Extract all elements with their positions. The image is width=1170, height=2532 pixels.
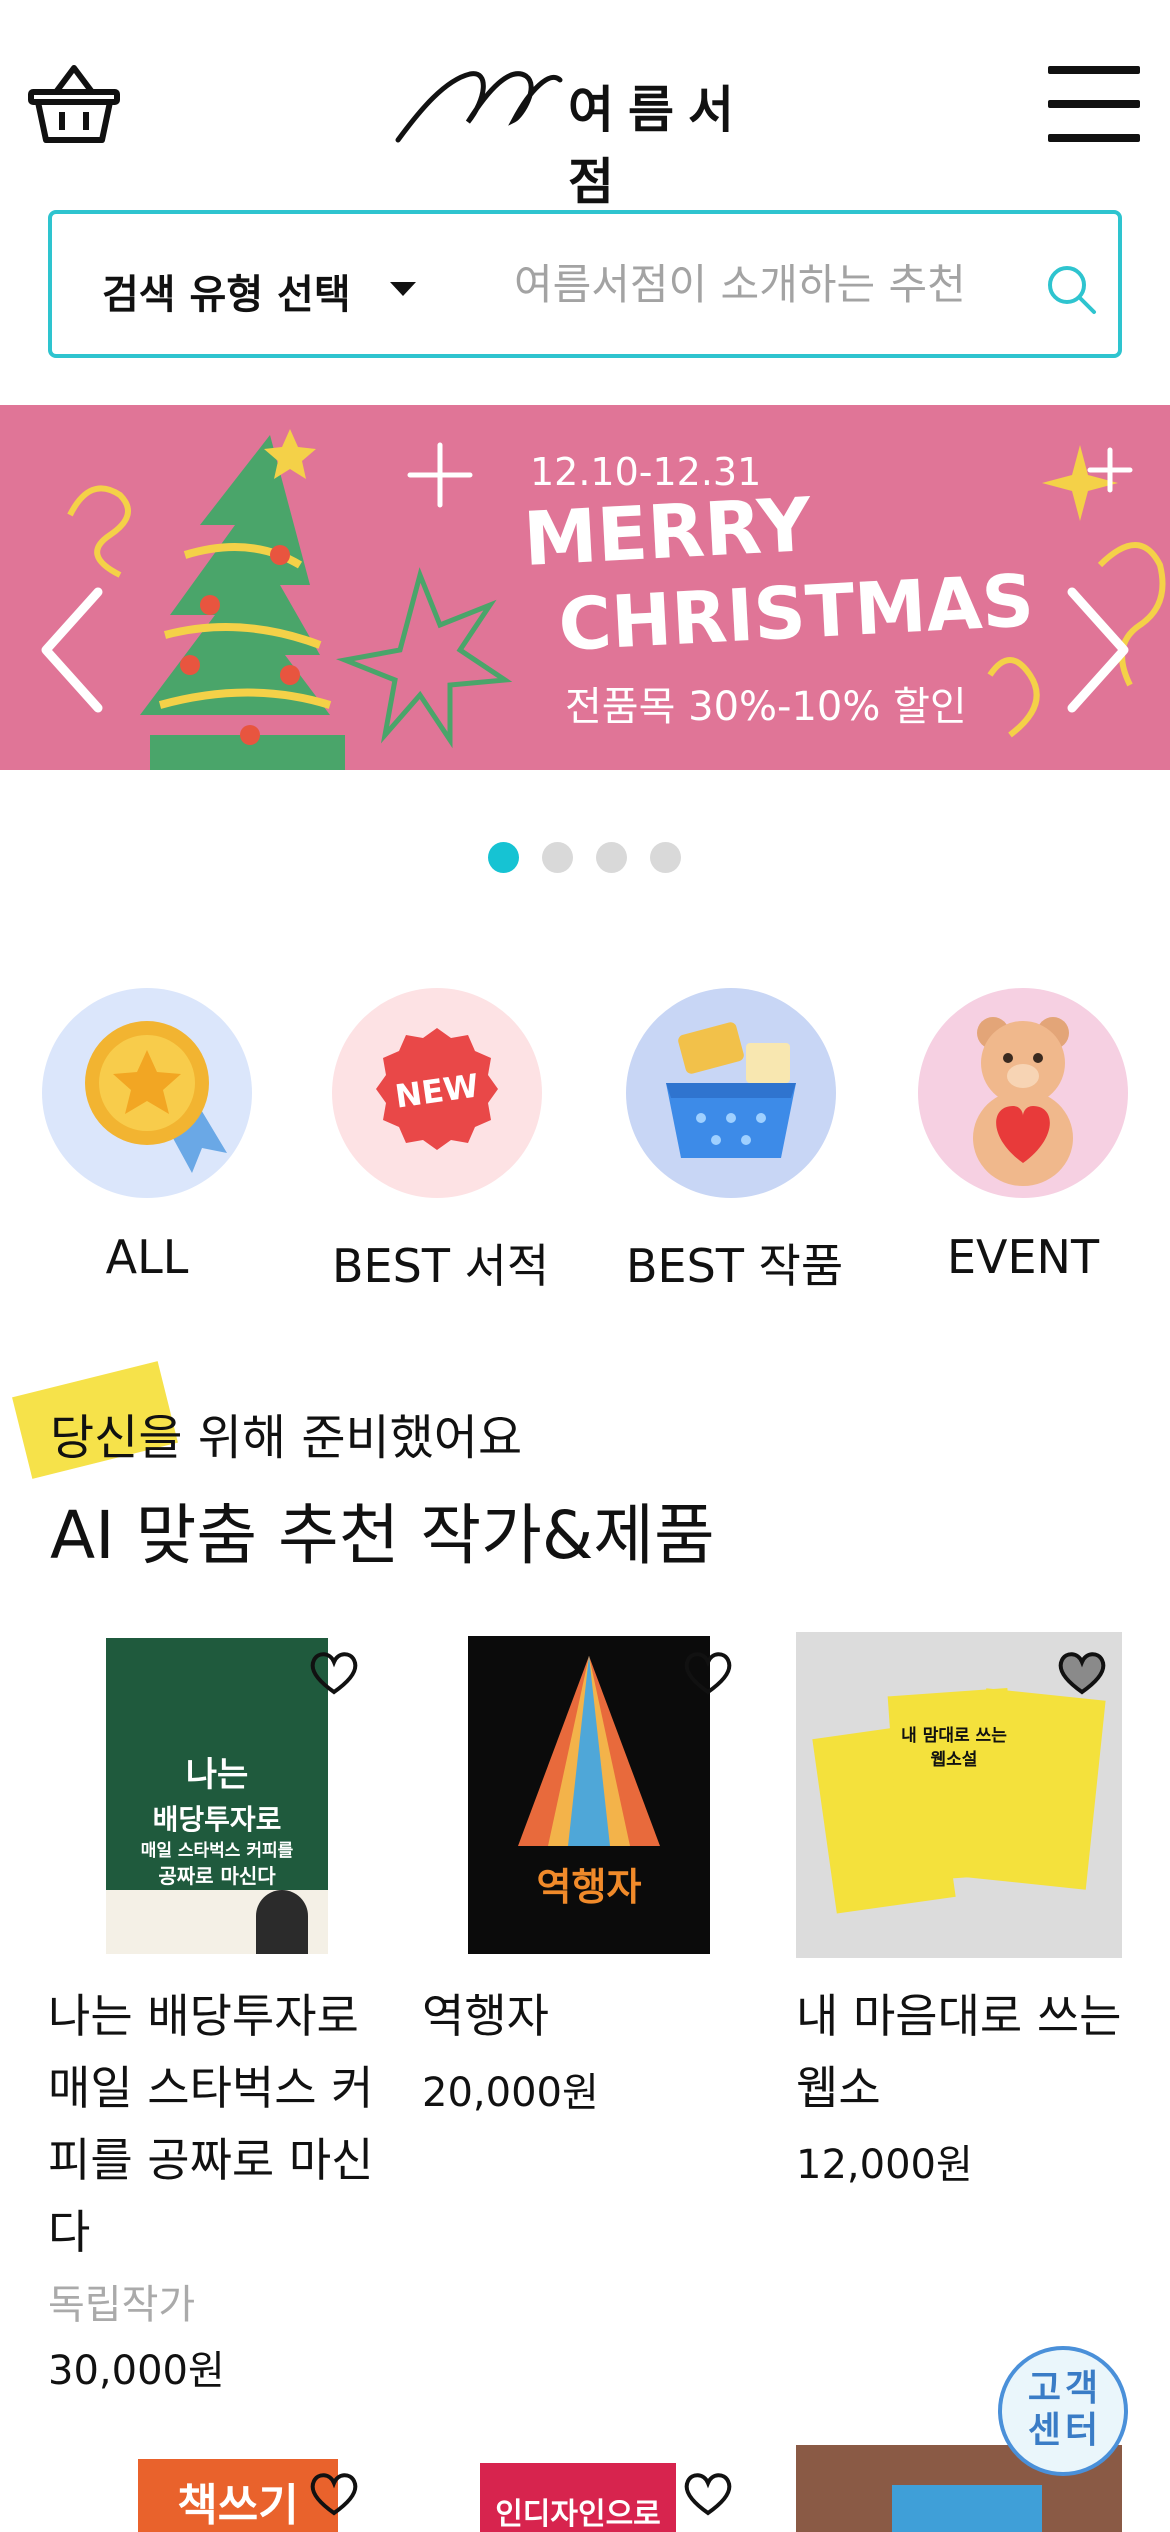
product-card[interactable]: 내 맘대로 쓰는 웹소설 내 마음대로 쓰는 웹소 12,000원 [796, 1632, 1122, 2190]
product-author: 독립작가 [48, 2282, 196, 2328]
product-card[interactable]: 책쓰기 [48, 2445, 374, 2532]
search-icon[interactable] [1042, 260, 1102, 320]
cover-title: 역행자 [536, 1865, 642, 1909]
cover-title: 배당투자로 [152, 1803, 282, 1836]
recommendation-title: AI 맞춤 추천 작가&제품 [50, 1497, 715, 1574]
cover-title: 내 맘대로 쓰는 웹소설 [901, 1726, 1007, 1770]
category-all[interactable]: ALL [42, 988, 252, 1284]
chevron-left-icon[interactable] [28, 580, 118, 720]
carousel-dot[interactable] [596, 842, 627, 873]
logo-text: 여름서점 [568, 81, 748, 211]
logo-signature-icon [395, 71, 563, 143]
product-card[interactable]: 인디자인으로 [422, 2445, 748, 2532]
cover-title: 인디자인으로 [495, 2497, 661, 2532]
new-badge-icon: NEW [376, 1028, 498, 1150]
chevron-right-icon[interactable] [1052, 580, 1142, 720]
carousel-dot[interactable] [488, 842, 519, 873]
category-label: BEST 작품 [626, 1239, 844, 1293]
heart-icon[interactable] [682, 2471, 734, 2517]
category-label: BEST 서적 [332, 1239, 550, 1293]
cover-title: 공짜로 마신다 [158, 1864, 276, 1888]
product-cover[interactable]: 역행자 [422, 1632, 748, 1958]
basket-icon [28, 65, 120, 143]
product-price: 12,000원 [796, 2142, 973, 2188]
cart-button[interactable] [28, 62, 120, 146]
search-type-select[interactable]: 검색 유형 선택 [102, 262, 351, 320]
search-input[interactable] [514, 250, 1014, 318]
category-label: ALL [105, 1230, 189, 1284]
app-header: 여름서점 [0, 0, 1170, 211]
product-title[interactable]: 나는 배당투자로 매일 스타벅스 커피를 공짜로 마신다 [48, 1980, 374, 2268]
caret-down-icon[interactable] [390, 282, 416, 296]
teddy-bear-icon [973, 1017, 1073, 1186]
customer-service-label: 센터 [1027, 2410, 1103, 2451]
heart-icon[interactable] [682, 1650, 734, 1696]
cover-title: 나는 [185, 1755, 249, 1795]
carousel-dots [488, 842, 688, 874]
heart-icon[interactable] [308, 2471, 360, 2517]
search-bar: 검색 유형 선택 [48, 210, 1122, 358]
menu-button[interactable] [1048, 64, 1140, 144]
product-cover[interactable]: 내 맘대로 쓰는 웹소설 [796, 1632, 1122, 1958]
category-label: EVENT [946, 1230, 1100, 1284]
product-cover[interactable]: 인디자인으로 [480, 2463, 676, 2532]
product-card[interactable]: 나는 배당투자로 매일 스타벅스 커피를 공짜로 마신다 나는 배당투자로 매일… [48, 1632, 374, 2396]
gold-medal-icon [85, 1021, 227, 1173]
heart-icon[interactable] [308, 1650, 360, 1696]
product-price: 30,000원 [48, 2348, 225, 2394]
hamburger-menu-icon [1048, 66, 1140, 74]
banner-subtitle: 전품목 30%-10% 할인 [565, 684, 967, 730]
product-title[interactable]: 내 마음대로 쓰는 웹소 [796, 1980, 1122, 2124]
carousel-dot[interactable] [542, 842, 573, 873]
category-best-works[interactable]: BEST 작품 [626, 988, 844, 1296]
banner-illustration: 12.10-12.31 MERRY CHRISTMAS 전품목 30%-10% … [67, 429, 1166, 770]
product-cover[interactable]: 나는 배당투자로 매일 스타벅스 커피를 공짜로 마신다 [48, 1632, 374, 1958]
promo-banner[interactable]: 12.10-12.31 MERRY CHRISTMAS 전품목 30%-10% … [0, 405, 1170, 770]
cover-title: 매일 스타벅스 커피를 [140, 1841, 294, 1861]
product-price: 20,000원 [422, 2070, 599, 2116]
customer-service-label: 고객 [1027, 2368, 1103, 2409]
recommendation-subtitle: 당신을 위해 준비했어요 [50, 1410, 523, 1466]
banner-title-line1: MERRY [521, 482, 814, 583]
customer-service-button[interactable]: 고객 센터 [998, 2346, 1128, 2476]
store-logo[interactable]: 여름서점 [390, 60, 790, 211]
product-card[interactable]: 역행자 역행자 20,000원 [422, 1632, 748, 2118]
heart-icon[interactable] [1056, 1650, 1108, 1696]
category-best-books[interactable]: NEW BEST 서적 [332, 988, 550, 1296]
carousel-dot[interactable] [650, 842, 681, 873]
category-event[interactable]: EVENT [918, 988, 1128, 1284]
product-title[interactable]: 역행자 [422, 1980, 748, 2052]
shopping-basket-icon [666, 1022, 796, 1158]
